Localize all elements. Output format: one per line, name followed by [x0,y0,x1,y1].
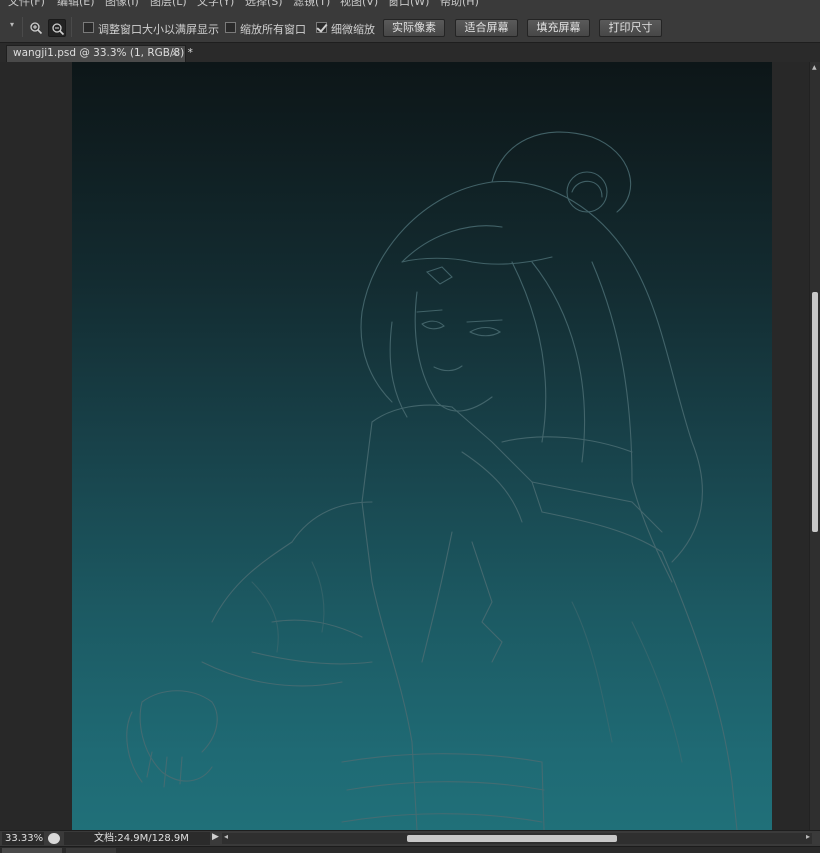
status-info-icon[interactable] [48,833,60,844]
workspace [0,62,809,830]
status-bar: 33.33% 文档:24.9M/128.9M ▶ ◂ ▸ [0,830,820,846]
horizontal-scroll-thumb[interactable] [407,835,617,842]
fill-screen-button[interactable]: 填充屏幕 [527,19,590,37]
scroll-up-icon[interactable]: ▲ [812,64,817,71]
zoom-level-field[interactable]: 33.33% [2,832,44,845]
menu-view[interactable]: 视图(V) [340,0,378,8]
panel-tab[interactable] [2,848,62,853]
document-size-info: 文档:24.9M/128.9M [64,832,210,845]
bottom-panel [0,846,820,853]
options-bar: ▾ 调整窗口大小以满屏显示 缩放所有窗口 细微缩放 实际像素 适合屏幕 填充屏幕… [0,8,820,43]
zoom-all-windows-label: 缩放所有窗口 [240,23,306,36]
zoom-all-windows-checkbox[interactable] [225,22,236,33]
print-size-button[interactable]: 打印尺寸 [599,19,662,37]
menu-edit[interactable]: 编辑(E) [57,0,95,8]
document-tab-bar: wangji1.psd @ 33.3% (1, RGB/8) * × [0,43,820,62]
scroll-right-icon[interactable]: ▸ [806,832,810,841]
zoom-in-icon [30,22,43,35]
menu-bar: 文件(F) 编辑(E) 图像(I) 图层(L) 文字(Y) 选择(S) 滤镜(T… [0,0,820,8]
tool-preset-arrow-icon[interactable]: ▾ [10,21,16,29]
menu-help[interactable]: 帮助(H) [440,0,479,8]
menu-select[interactable]: 选择(S) [245,0,283,8]
menu-layer[interactable]: 图层(L) [150,0,187,8]
vertical-scroll-thumb[interactable] [812,292,818,532]
divider [71,17,72,37]
close-icon[interactable]: × [171,46,179,61]
vertical-scrollbar[interactable]: ▲ [809,62,820,830]
actual-pixels-button[interactable]: 实际像素 [383,19,445,37]
document-canvas[interactable] [72,62,772,830]
menu-type[interactable]: 文字(Y) [197,0,234,8]
character-sketch [126,131,738,830]
scrubby-zoom-label: 细微缩放 [331,23,375,36]
horizontal-scrollbar[interactable]: ◂ ▸ [222,832,812,844]
panel-tab[interactable] [66,848,116,853]
zoom-out-button[interactable] [48,19,66,37]
status-menu-arrow-icon[interactable]: ▶ [212,832,219,842]
document-tab-title: wangji1.psd @ 33.3% (1, RGB/8) * [13,47,193,59]
scrubby-zoom-checkbox[interactable] [316,22,327,33]
zoom-in-button[interactable] [27,19,45,37]
document-tab[interactable]: wangji1.psd @ 33.3% (1, RGB/8) * × [6,45,193,62]
scroll-left-icon[interactable]: ◂ [224,832,228,841]
menu-file[interactable]: 文件(F) [8,0,45,8]
menu-filter[interactable]: 滤镜(T) [293,0,330,8]
fit-screen-button[interactable]: 适合屏幕 [455,19,518,37]
divider [22,17,23,37]
resize-windows-label: 调整窗口大小以满屏显示 [98,23,219,36]
resize-windows-checkbox[interactable] [83,22,94,33]
zoom-out-icon [52,23,65,36]
menu-image[interactable]: 图像(I) [105,0,139,8]
menu-window[interactable]: 窗口(W) [388,0,429,8]
